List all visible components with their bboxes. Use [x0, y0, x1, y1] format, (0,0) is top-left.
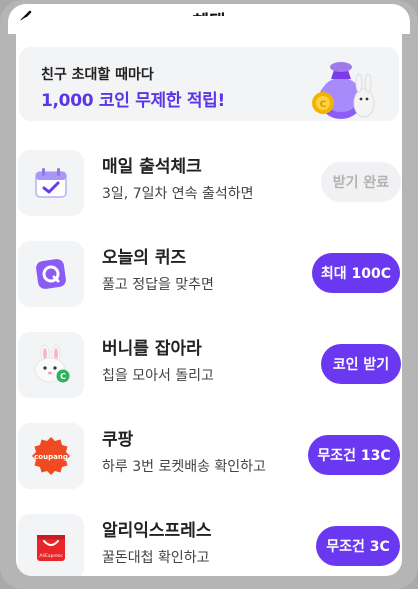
svg-text:C: C	[60, 372, 66, 381]
svg-text:C: C	[320, 100, 327, 110]
quiz-icon-box	[18, 241, 84, 307]
item-subtitle: 칩을 모아서 돌리고	[102, 368, 214, 384]
calendar-check-icon	[35, 168, 67, 198]
coupang-logo-text: coupang	[34, 453, 68, 461]
banner-line2: 1,000 코인 무제한 적립!	[41, 91, 225, 111]
item-subtitle: 풀고 정답을 맞추면	[102, 277, 214, 293]
item-subtitle: 하루 3번 로켓배송 확인하고	[102, 459, 266, 475]
benefits-screen: 친구 초대할 때마다 1,000 코인 무제한 적립! C 매일 출석체크 3일…	[16, 16, 402, 576]
claim-done-button[interactable]: 받기 완료	[321, 162, 401, 202]
coin-bag-bunny-illustration: C	[312, 62, 375, 119]
get-coin-button[interactable]: 코인 받기	[321, 344, 401, 384]
list-item-coupang[interactable]: coupang 쿠팡 하루 3번 로켓배송 확인하고 무조건 13C	[16, 415, 402, 505]
attendance-icon-box	[18, 150, 84, 216]
bunny-icon: C	[34, 344, 70, 383]
coupang-reward-button[interactable]: 무조건 13C	[308, 435, 400, 475]
aliexpress-reward-button[interactable]: 무조건 3C	[316, 526, 400, 566]
bunny-icon-box: C	[18, 332, 84, 398]
item-title: 매일 출석체크	[102, 157, 202, 177]
list-item-quiz[interactable]: 오늘의 퀴즈 풀고 정답을 맞추면 최대 100C	[16, 233, 402, 323]
aliexpress-logo: AliExpress	[37, 535, 65, 561]
quiz-q-icon	[36, 259, 66, 289]
item-title: 알리익스프레스	[102, 521, 212, 541]
coupang-logo: coupang	[32, 437, 70, 475]
aliexpress-logo-text: AliExpress	[39, 553, 63, 559]
list-item-attendance[interactable]: 매일 출석체크 3일, 7일차 연속 출석하면 받기 완료	[16, 142, 402, 232]
list-item-bunny[interactable]: C 버니를 잡아라 칩을 모아서 돌리고 코인 받기	[16, 324, 402, 414]
banner-line1: 친구 초대할 때마다	[41, 67, 154, 83]
list-item-aliexpress[interactable]: AliExpress 알리익스프레스 꿀돈대첩 확인하고 무조건 3C	[16, 506, 402, 576]
item-title: 오늘의 퀴즈	[102, 248, 187, 268]
coupang-icon-box: coupang	[18, 423, 84, 489]
aliexpress-icon-box: AliExpress	[18, 514, 84, 576]
item-subtitle: 꿀돈대첩 확인하고	[102, 550, 210, 566]
invite-banner[interactable]: 친구 초대할 때마다 1,000 코인 무제한 적립! C	[19, 47, 399, 121]
item-title: 버니를 잡아라	[102, 339, 202, 359]
item-subtitle: 3일, 7일차 연속 출석하면	[102, 186, 254, 202]
quiz-reward-button[interactable]: 최대 100C	[312, 253, 400, 293]
item-title: 쿠팡	[102, 430, 134, 450]
